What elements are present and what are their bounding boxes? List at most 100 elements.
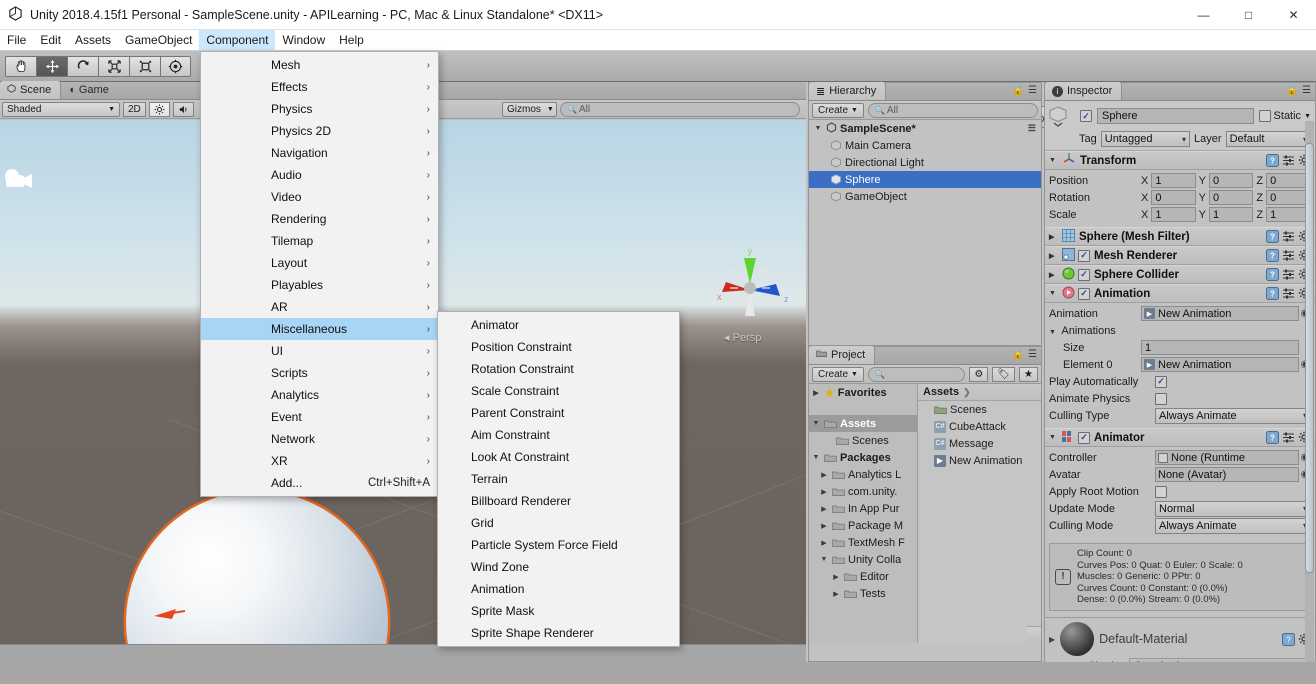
help-icon[interactable]: ? [1282, 632, 1295, 646]
hierarchy-item-directional-light[interactable]: Directional Light [809, 154, 1041, 171]
scene-axis-gizmo[interactable]: y x z [700, 244, 800, 339]
misc-item-scale-constraint[interactable]: Scale Constraint [438, 380, 679, 402]
inspector-scroll-thumb[interactable] [1305, 143, 1314, 573]
component-header-animator[interactable]: ▼ ✓ Animator ? [1045, 428, 1315, 447]
help-icon[interactable]: ? [1266, 431, 1279, 444]
tab-game[interactable]: ◖ Game [61, 81, 118, 99]
scale-y-input[interactable]: 1 [1209, 207, 1254, 222]
chevron-right-icon[interactable]: ▶ [831, 590, 841, 598]
move-tool-icon[interactable] [36, 55, 67, 77]
component-menu-item-audio[interactable]: Audio › [201, 164, 438, 186]
hand-tool-icon[interactable] [5, 55, 36, 77]
component-menu-item-network[interactable]: Network › [201, 428, 438, 450]
help-icon[interactable]: ? [1266, 287, 1279, 300]
tag-dropdown[interactable]: Untagged ▾ [1100, 131, 1191, 147]
chevron-right-icon[interactable]: ▶ [831, 573, 841, 581]
chevron-right-icon[interactable]: ▶ [1049, 635, 1055, 644]
menu-help[interactable]: Help [332, 30, 371, 50]
chevron-down-icon[interactable]: ▼ [1304, 113, 1311, 120]
transform-tool-icon[interactable] [160, 55, 191, 77]
help-icon[interactable]: ? [1266, 154, 1279, 167]
mesh-renderer-enabled-checkbox[interactable]: ✓ [1078, 249, 1090, 262]
component-menu-item-xr[interactable]: XR › [201, 450, 438, 472]
hierarchy-item-gameobject[interactable]: GameObject [809, 188, 1041, 205]
preset-icon[interactable] [1282, 154, 1295, 167]
element0-field[interactable]: ▶ New Animation [1141, 357, 1299, 372]
inspector-scrollbar[interactable] [1305, 121, 1314, 681]
chevron-down-icon[interactable]: ▼ [811, 420, 821, 427]
preset-icon[interactable] [1282, 287, 1295, 300]
play-automatically-checkbox[interactable]: ✓ [1155, 375, 1167, 388]
maximize-button[interactable]: □ [1226, 0, 1271, 30]
project-asset-cubeattack[interactable]: C# CubeAttack [918, 418, 1041, 435]
static-checkbox[interactable]: ✓ [1258, 110, 1271, 122]
project-tree-item-assets[interactable]: ▼ Assets [809, 415, 917, 432]
project-tree-item-packagemanager[interactable]: ▶ Package M [809, 517, 917, 534]
rotation-y-input[interactable]: 0 [1209, 190, 1254, 205]
component-menu-item-analytics[interactable]: Analytics › [201, 384, 438, 406]
chevron-down-icon[interactable]: ▼ [813, 125, 823, 132]
scale-x-input[interactable]: 1 [1151, 207, 1196, 222]
animator-enabled-checkbox[interactable]: ✓ [1078, 431, 1090, 444]
tab-scene[interactable]: Scene [0, 81, 62, 99]
misc-item-position-constraint[interactable]: Position Constraint [438, 336, 679, 358]
culling-type-dropdown[interactable]: Always Animate ▾ [1155, 407, 1311, 424]
project-asset-scenes[interactable]: Scenes [918, 401, 1041, 418]
animation-enabled-checkbox[interactable]: ✓ [1078, 287, 1090, 300]
scene-search-input[interactable]: 🔍 All [560, 101, 800, 117]
project-tree-item-comunity[interactable]: ▶ com.unity. [809, 483, 917, 500]
misc-item-terrain[interactable]: Terrain [438, 468, 679, 490]
component-menu-item-scripts[interactable]: Scripts › [201, 362, 438, 384]
toggle-2d-button[interactable]: 2D [123, 101, 146, 117]
chevron-right-icon[interactable]: ▶ [819, 505, 829, 513]
culling-mode-dropdown[interactable]: Always Animate ▾ [1155, 517, 1311, 534]
object-name-input[interactable]: Sphere [1097, 108, 1254, 124]
component-header-mesh-filter[interactable]: ▶ Sphere (Mesh Filter) ? [1045, 227, 1315, 246]
update-mode-dropdown[interactable]: Normal ▾ [1155, 500, 1311, 517]
layer-dropdown[interactable]: Default ▾ [1225, 131, 1311, 147]
animate-physics-checkbox[interactable]: ✓ [1155, 392, 1167, 405]
component-header-mesh-renderer[interactable]: ▶ ✓ Mesh Renderer ? [1045, 246, 1315, 265]
chevron-right-icon[interactable]: ▶ [1049, 252, 1058, 260]
component-menu-item-effects[interactable]: Effects › [201, 76, 438, 98]
sphere-collider-enabled-checkbox[interactable]: ✓ [1078, 268, 1090, 281]
menu-assets[interactable]: Assets [68, 30, 118, 50]
misc-item-look-at-constraint[interactable]: Look At Constraint [438, 446, 679, 468]
lock-icon[interactable]: 🔒 [1286, 85, 1298, 96]
hierarchy-create-button[interactable]: Create ▼ [812, 102, 864, 118]
component-menu-item-add[interactable]: Add... Ctrl+Shift+A [201, 472, 438, 494]
filter-by-label-icon[interactable]: 🏷 [992, 366, 1015, 382]
move-handle-arrow-icon[interactable] [152, 600, 186, 627]
tab-inspector[interactable]: i Inspector [1045, 82, 1123, 100]
chevron-right-icon[interactable]: ▶ [819, 539, 829, 547]
hierarchy-search-input[interactable]: 🔍 All [867, 102, 1038, 118]
chevron-down-icon[interactable]: ▼ [1049, 290, 1058, 297]
misc-item-particle-system-force-field[interactable]: Particle System Force Field [438, 534, 679, 556]
panel-menu-icon[interactable]: ☰ [1302, 85, 1311, 96]
chevron-down-icon[interactable]: ▼ [1049, 434, 1058, 441]
object-enabled-checkbox[interactable]: ✓ [1080, 110, 1092, 122]
preset-icon[interactable] [1282, 249, 1295, 262]
animations-array-row[interactable]: ▼ Animations [1049, 322, 1311, 339]
tab-hierarchy[interactable]: ≣ Hierarchy [809, 82, 887, 100]
misc-item-animation[interactable]: Animation [438, 578, 679, 600]
lighting-toggle-icon[interactable] [148, 101, 170, 117]
component-menu-item-layout[interactable]: Layout › [201, 252, 438, 274]
component-menu-item-rendering[interactable]: Rendering › [201, 208, 438, 230]
component-menu-item-video[interactable]: Video › [201, 186, 438, 208]
component-menu-item-event[interactable]: Event › [201, 406, 438, 428]
component-menu-item-miscellaneous[interactable]: Miscellaneous › [201, 318, 438, 340]
menu-file[interactable]: File [0, 30, 33, 50]
favorites-filter-icon[interactable]: ★ [1019, 366, 1038, 382]
misc-item-parent-constraint[interactable]: Parent Constraint [438, 402, 679, 424]
misc-item-billboard-renderer[interactable]: Billboard Renderer [438, 490, 679, 512]
project-zoom-slider[interactable] [1027, 626, 1041, 643]
menu-window[interactable]: Window [275, 30, 332, 50]
chevron-right-icon[interactable]: ▶ [811, 389, 821, 397]
animations-size-input[interactable]: 1 [1141, 340, 1299, 355]
lock-icon[interactable]: 🔒 [1012, 85, 1024, 96]
project-asset-new-animation[interactable]: ▶ New Animation [918, 452, 1041, 469]
project-tree-item-textmeshpro[interactable]: ▶ TextMesh F [809, 534, 917, 551]
shading-mode-dropdown[interactable]: Shaded ▼ [2, 101, 120, 117]
component-menu-item-playables[interactable]: Playables › [201, 274, 438, 296]
